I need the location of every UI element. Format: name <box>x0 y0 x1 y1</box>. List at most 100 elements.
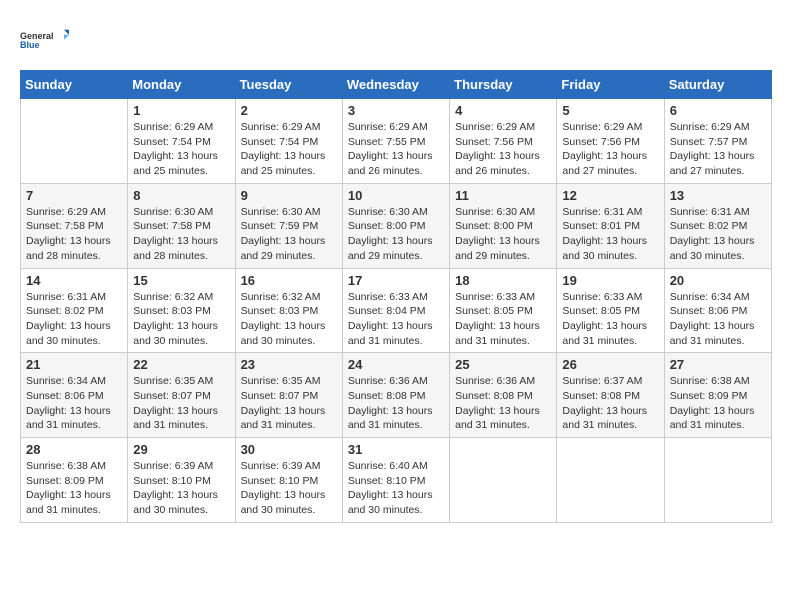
day-info: Sunrise: 6:38 AMSunset: 8:09 PMDaylight:… <box>670 374 766 433</box>
day-number: 31 <box>348 442 444 457</box>
day-number: 23 <box>241 357 337 372</box>
day-number: 29 <box>133 442 229 457</box>
calendar-cell: 17 Sunrise: 6:33 AMSunset: 8:04 PMDayligh… <box>342 268 449 353</box>
calendar-cell: 2 Sunrise: 6:29 AMSunset: 7:54 PMDaylight… <box>235 99 342 184</box>
day-info: Sunrise: 6:32 AMSunset: 8:03 PMDaylight:… <box>241 290 337 349</box>
day-info: Sunrise: 6:35 AMSunset: 8:07 PMDaylight:… <box>241 374 337 433</box>
calendar-cell: 18 Sunrise: 6:33 AMSunset: 8:05 PMDayligh… <box>450 268 557 353</box>
day-info: Sunrise: 6:29 AMSunset: 7:55 PMDaylight:… <box>348 120 444 179</box>
day-info: Sunrise: 6:31 AMSunset: 8:01 PMDaylight:… <box>562 205 658 264</box>
calendar-cell: 29 Sunrise: 6:39 AMSunset: 8:10 PMDayligh… <box>128 438 235 523</box>
day-info: Sunrise: 6:36 AMSunset: 8:08 PMDaylight:… <box>455 374 551 433</box>
calendar-cell: 10 Sunrise: 6:30 AMSunset: 8:00 PMDayligh… <box>342 183 449 268</box>
column-header-wednesday: Wednesday <box>342 71 449 99</box>
day-info: Sunrise: 6:29 AMSunset: 7:58 PMDaylight:… <box>26 205 122 264</box>
day-number: 30 <box>241 442 337 457</box>
calendar-cell <box>557 438 664 523</box>
day-info: Sunrise: 6:39 AMSunset: 8:10 PMDaylight:… <box>133 459 229 518</box>
calendar-cell: 6 Sunrise: 6:29 AMSunset: 7:57 PMDaylight… <box>664 99 771 184</box>
day-info: Sunrise: 6:38 AMSunset: 8:09 PMDaylight:… <box>26 459 122 518</box>
day-number: 14 <box>26 273 122 288</box>
day-info: Sunrise: 6:29 AMSunset: 7:56 PMDaylight:… <box>562 120 658 179</box>
calendar-cell: 4 Sunrise: 6:29 AMSunset: 7:56 PMDaylight… <box>450 99 557 184</box>
day-number: 2 <box>241 103 337 118</box>
calendar-cell: 20 Sunrise: 6:34 AMSunset: 8:06 PMDayligh… <box>664 268 771 353</box>
calendar-cell: 25 Sunrise: 6:36 AMSunset: 8:08 PMDayligh… <box>450 353 557 438</box>
calendar-week-4: 21 Sunrise: 6:34 AMSunset: 8:06 PMDayligh… <box>21 353 772 438</box>
day-number: 8 <box>133 188 229 203</box>
day-number: 11 <box>455 188 551 203</box>
calendar-week-3: 14Sunrise: 6:31 AMSunset: 8:02 PMDayligh… <box>21 268 772 353</box>
calendar-cell: 28 Sunrise: 6:38 AMSunset: 8:09 PMDayligh… <box>21 438 128 523</box>
day-number: 3 <box>348 103 444 118</box>
calendar-header-row: SundayMondayTuesdayWednesdayThursdayFrid… <box>21 71 772 99</box>
column-header-friday: Friday <box>557 71 664 99</box>
calendar-cell: 16 Sunrise: 6:32 AMSunset: 8:03 PMDayligh… <box>235 268 342 353</box>
day-number: 27 <box>670 357 766 372</box>
logo-svg: General Blue <box>20 20 70 60</box>
day-number: 26 <box>562 357 658 372</box>
calendar-cell <box>450 438 557 523</box>
day-number: 6 <box>670 103 766 118</box>
day-number: 20 <box>670 273 766 288</box>
column-header-sunday: Sunday <box>21 71 128 99</box>
day-info: Sunrise: 6:35 AMSunset: 8:07 PMDaylight:… <box>133 374 229 433</box>
calendar-cell: 8 Sunrise: 6:30 AMSunset: 7:58 PMDaylight… <box>128 183 235 268</box>
day-number: 19 <box>562 273 658 288</box>
day-number: 17 <box>348 273 444 288</box>
calendar-cell: 22 Sunrise: 6:35 AMSunset: 8:07 PMDayligh… <box>128 353 235 438</box>
day-number: 12 <box>562 188 658 203</box>
day-number: 24 <box>348 357 444 372</box>
day-info: Sunrise: 6:29 AMSunset: 7:56 PMDaylight:… <box>455 120 551 179</box>
day-info: Sunrise: 6:33 AMSunset: 8:04 PMDaylight:… <box>348 290 444 349</box>
day-info: Sunrise: 6:34 AMSunset: 8:06 PMDaylight:… <box>670 290 766 349</box>
day-info: Sunrise: 6:29 AMSunset: 7:54 PMDaylight:… <box>133 120 229 179</box>
column-header-saturday: Saturday <box>664 71 771 99</box>
calendar-cell: 15 Sunrise: 6:32 AMSunset: 8:03 PMDayligh… <box>128 268 235 353</box>
calendar-cell: 23 Sunrise: 6:35 AMSunset: 8:07 PMDayligh… <box>235 353 342 438</box>
page-header: General Blue <box>20 20 772 60</box>
day-number: 4 <box>455 103 551 118</box>
day-info: Sunrise: 6:30 AMSunset: 7:58 PMDaylight:… <box>133 205 229 264</box>
calendar-cell: 19 Sunrise: 6:33 AMSunset: 8:05 PMDayligh… <box>557 268 664 353</box>
calendar-cell: 3 Sunrise: 6:29 AMSunset: 7:55 PMDaylight… <box>342 99 449 184</box>
day-info: Sunrise: 6:29 AMSunset: 7:57 PMDaylight:… <box>670 120 766 179</box>
day-info: Sunrise: 6:39 AMSunset: 8:10 PMDaylight:… <box>241 459 337 518</box>
calendar-cell: 11 Sunrise: 6:30 AMSunset: 8:00 PMDayligh… <box>450 183 557 268</box>
day-info: Sunrise: 6:32 AMSunset: 8:03 PMDaylight:… <box>133 290 229 349</box>
calendar-cell: 9Sunrise: 6:30 AMSunset: 7:59 PMDaylight… <box>235 183 342 268</box>
calendar-cell: 24Sunrise: 6:36 AMSunset: 8:08 PMDayligh… <box>342 353 449 438</box>
calendar-cell: 5 Sunrise: 6:29 AMSunset: 7:56 PMDaylight… <box>557 99 664 184</box>
day-info: Sunrise: 6:33 AMSunset: 8:05 PMDaylight:… <box>455 290 551 349</box>
calendar-cell: 21 Sunrise: 6:34 AMSunset: 8:06 PMDayligh… <box>21 353 128 438</box>
logo: General Blue <box>20 20 70 60</box>
svg-text:Blue: Blue <box>20 40 40 50</box>
day-number: 28 <box>26 442 122 457</box>
day-number: 21 <box>26 357 122 372</box>
day-info: Sunrise: 6:30 AMSunset: 7:59 PMDaylight:… <box>241 205 337 264</box>
column-header-thursday: Thursday <box>450 71 557 99</box>
calendar-cell <box>21 99 128 184</box>
day-info: Sunrise: 6:29 AMSunset: 7:54 PMDaylight:… <box>241 120 337 179</box>
day-number: 13 <box>670 188 766 203</box>
day-number: 22 <box>133 357 229 372</box>
day-info: Sunrise: 6:33 AMSunset: 8:05 PMDaylight:… <box>562 290 658 349</box>
day-number: 25 <box>455 357 551 372</box>
calendar-week-5: 28 Sunrise: 6:38 AMSunset: 8:09 PMDayligh… <box>21 438 772 523</box>
day-number: 18 <box>455 273 551 288</box>
calendar-cell: 30 Sunrise: 6:39 AMSunset: 8:10 PMDayligh… <box>235 438 342 523</box>
svg-text:General: General <box>20 31 54 41</box>
day-info: Sunrise: 6:31 AMSunset: 8:02 PMDaylight:… <box>670 205 766 264</box>
calendar-cell: 1 Sunrise: 6:29 AMSunset: 7:54 PMDaylight… <box>128 99 235 184</box>
day-info: Sunrise: 6:34 AMSunset: 8:06 PMDaylight:… <box>26 374 122 433</box>
calendar-week-2: 7 Sunrise: 6:29 AMSunset: 7:58 PMDaylight… <box>21 183 772 268</box>
day-info: Sunrise: 6:30 AMSunset: 8:00 PMDaylight:… <box>348 205 444 264</box>
day-number: 15 <box>133 273 229 288</box>
day-info: Sunrise: 6:30 AMSunset: 8:00 PMDaylight:… <box>455 205 551 264</box>
day-number: 16 <box>241 273 337 288</box>
day-number: 7 <box>26 188 122 203</box>
day-number: 10 <box>348 188 444 203</box>
day-number: 1 <box>133 103 229 118</box>
day-number: 5 <box>562 103 658 118</box>
calendar-cell: 12 Sunrise: 6:31 AMSunset: 8:01 PMDayligh… <box>557 183 664 268</box>
